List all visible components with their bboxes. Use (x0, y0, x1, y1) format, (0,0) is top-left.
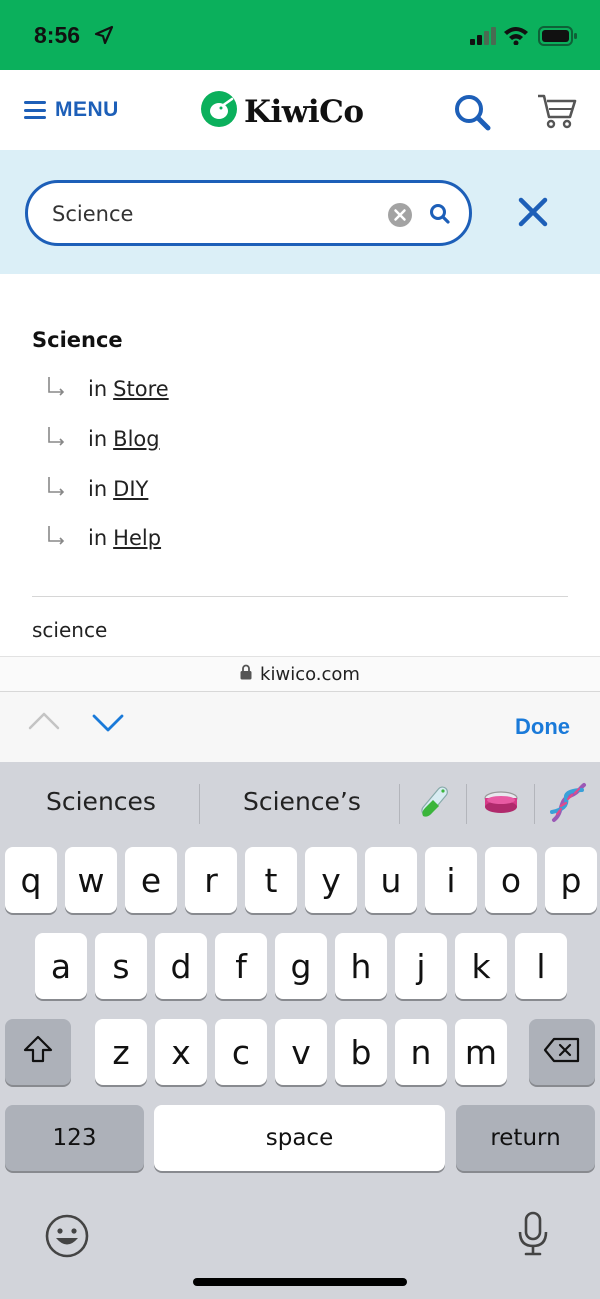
key-q[interactable]: q (5, 847, 57, 913)
done-button[interactable]: Done (515, 714, 570, 740)
status-bar: 8:56 (0, 0, 600, 70)
key-k[interactable]: k (455, 933, 507, 999)
key-e[interactable]: e (125, 847, 177, 913)
dna-icon[interactable] (548, 782, 588, 829)
browser-url-bar[interactable]: kiwico.com (0, 656, 600, 692)
result-link-help[interactable]: Help (113, 526, 161, 550)
key-z[interactable]: z (95, 1019, 147, 1085)
key-f[interactable]: f (215, 933, 267, 999)
emoji-keyboard-icon[interactable] (44, 1213, 90, 1264)
next-field-button[interactable] (92, 706, 124, 743)
key-m[interactable]: m (455, 1019, 507, 1085)
petri-dish-icon[interactable] (483, 782, 519, 827)
clear-icon[interactable] (387, 202, 413, 233)
result-prefix: in (88, 477, 108, 501)
home-indicator[interactable] (193, 1278, 407, 1286)
subdirectory-arrow-icon (46, 376, 66, 402)
key-o[interactable]: o (485, 847, 537, 913)
key-t[interactable]: t (245, 847, 297, 913)
backspace-icon (543, 1033, 581, 1072)
result-item-blog[interactable]: in Blog (46, 424, 160, 454)
battery-icon (538, 26, 578, 51)
result-item-help[interactable]: in Help (46, 523, 161, 553)
cart-icon (536, 94, 578, 134)
kiwico-logo[interactable]: KiwiCo (200, 90, 364, 133)
result-link-store[interactable]: Store (113, 377, 169, 401)
close-icon[interactable] (518, 197, 548, 232)
key-x[interactable]: x (155, 1019, 207, 1085)
menu-button[interactable]: MENU (24, 98, 119, 122)
return-key[interactable]: return (456, 1105, 595, 1171)
cart-button[interactable] (536, 92, 578, 135)
site-header: MENU KiwiCo (0, 70, 600, 150)
key-c[interactable]: c (215, 1019, 267, 1085)
key-s[interactable]: s (95, 933, 147, 999)
prediction-separator (199, 784, 200, 824)
previous-field-button[interactable] (28, 706, 60, 743)
header-search-button[interactable] (452, 92, 492, 137)
wifi-icon (503, 25, 529, 50)
key-h[interactable]: h (335, 933, 387, 999)
search-results: Science in Store in Blog in DIY in Help … (0, 274, 600, 656)
backspace-key[interactable] (529, 1019, 595, 1085)
space-key[interactable]: space (154, 1105, 445, 1171)
search-suggestion[interactable]: science (32, 618, 107, 642)
key-y[interactable]: y (305, 847, 357, 913)
subdirectory-arrow-icon (46, 525, 66, 551)
result-link-diy[interactable]: DIY (113, 477, 148, 501)
form-accessory-bar: Done (0, 692, 600, 762)
key-b[interactable]: b (335, 1019, 387, 1085)
key-u[interactable]: u (365, 847, 417, 913)
prediction-2[interactable]: Science’s (243, 787, 361, 816)
prediction-separator (466, 784, 467, 824)
status-time: 8:56 (34, 22, 81, 48)
result-item-diy[interactable]: in DIY (46, 474, 148, 504)
kiwi-logo-icon (200, 90, 238, 133)
prediction-1[interactable]: Sciences (46, 787, 156, 816)
search-icon (452, 95, 492, 136)
numbers-key[interactable]: 123 (5, 1105, 144, 1171)
test-tube-icon[interactable] (417, 782, 451, 827)
key-g[interactable]: g (275, 933, 327, 999)
logo-text: KiwiCo (244, 93, 364, 130)
result-prefix: in (88, 427, 108, 451)
lock-icon (240, 664, 252, 685)
subdirectory-arrow-icon (46, 476, 66, 502)
key-j[interactable]: j (395, 933, 447, 999)
results-heading: Science (32, 328, 123, 352)
key-w[interactable]: w (65, 847, 117, 913)
keyboard: Sciences Science’s q w e r t y u i o p a… (0, 762, 600, 1299)
search-input[interactable] (52, 201, 372, 227)
subdirectory-arrow-icon (46, 426, 66, 452)
prediction-separator (534, 784, 535, 824)
prediction-separator (399, 784, 400, 824)
results-divider (32, 596, 568, 597)
result-prefix: in (88, 526, 108, 550)
predictive-bar: Sciences Science’s (0, 762, 600, 844)
key-d[interactable]: d (155, 933, 207, 999)
result-link-blog[interactable]: Blog (113, 427, 159, 451)
search-panel (0, 150, 600, 274)
key-p[interactable]: p (545, 847, 597, 913)
key-r[interactable]: r (185, 847, 237, 913)
key-n[interactable]: n (395, 1019, 447, 1085)
location-arrow-icon (94, 25, 114, 50)
key-i[interactable]: i (425, 847, 477, 913)
key-v[interactable]: v (275, 1019, 327, 1085)
menu-label: MENU (55, 98, 119, 121)
shift-icon (22, 1033, 54, 1072)
cellular-signal-icon (470, 27, 498, 50)
key-a[interactable]: a (35, 933, 87, 999)
search-icon[interactable] (429, 203, 451, 230)
microphone-icon[interactable] (516, 1210, 550, 1263)
url-text: kiwico.com (260, 663, 360, 685)
result-prefix: in (88, 377, 108, 401)
key-l[interactable]: l (515, 933, 567, 999)
menu-icon (24, 101, 46, 119)
result-item-store[interactable]: in Store (46, 374, 169, 404)
shift-key[interactable] (5, 1019, 71, 1085)
search-box (25, 180, 472, 246)
